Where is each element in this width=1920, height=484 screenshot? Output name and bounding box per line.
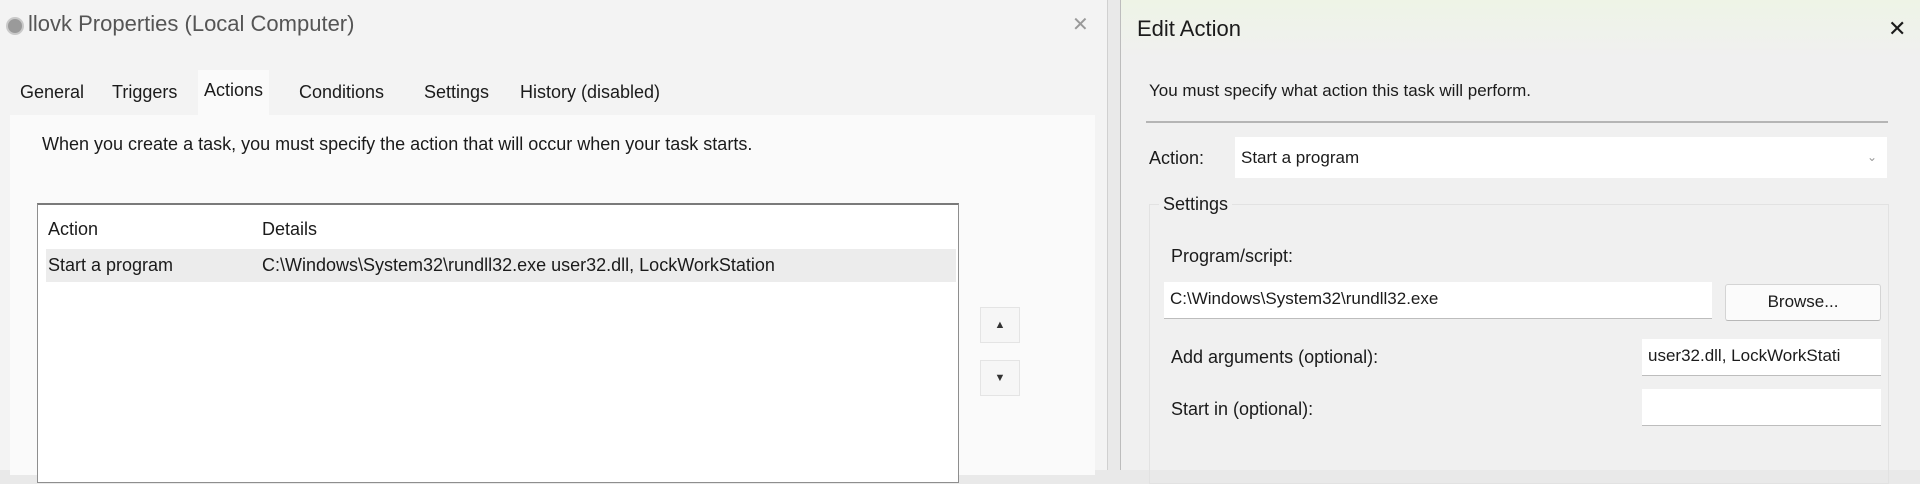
dialog-title: Edit Action — [1137, 16, 1241, 41]
start-in-input[interactable] — [1642, 389, 1881, 426]
row-details: C:\Windows\System32\rundll32.exe user32.… — [262, 255, 775, 275]
column-header-action[interactable]: Action — [48, 219, 98, 240]
tab-settings[interactable]: Settings — [418, 80, 495, 114]
action-select[interactable]: Start a program ⌄ — [1235, 137, 1887, 178]
move-up-button[interactable]: ▲ — [980, 307, 1020, 343]
close-icon[interactable]: ✕ — [1072, 12, 1089, 37]
program-input[interactable]: C:\Windows\System32\rundll32.exe — [1164, 282, 1712, 319]
tab-actions[interactable]: Actions — [198, 70, 270, 116]
move-down-button[interactable]: ▼ — [980, 360, 1020, 396]
action-label: Action: — [1149, 148, 1205, 168]
start-in-label: Start in (optional): — [1171, 399, 1314, 419]
arguments-label: Add arguments (optional): — [1171, 347, 1379, 367]
clock-icon — [6, 17, 24, 35]
table-row[interactable]: Start a program C:\Windows\System32\rund… — [46, 249, 956, 282]
edit-action-dialog: Edit Action ✕ You must specify what acti… — [1120, 0, 1920, 484]
divider — [1146, 121, 1888, 123]
tab-general[interactable]: General — [14, 80, 90, 114]
row-action: Start a program — [48, 255, 174, 275]
program-label: Program/script: — [1171, 246, 1294, 266]
tab-history[interactable]: History (disabled) — [514, 80, 666, 114]
intro-text: When you create a task, you must specify… — [42, 134, 753, 154]
chevron-down-icon: ⌄ — [1866, 150, 1877, 164]
arguments-input[interactable]: user32.dll, LockWorkStati — [1642, 339, 1881, 376]
close-icon[interactable]: ✕ — [1888, 16, 1906, 42]
dialog-title: llovk Properties (Local Computer) — [28, 11, 355, 36]
settings-label: Settings — [1159, 194, 1233, 215]
actions-list[interactable]: Action Details Start a program C:\Window… — [37, 203, 959, 483]
action-select-value: Start a program — [1241, 148, 1360, 167]
description-text: You must specify what action this task w… — [1149, 81, 1532, 100]
column-header-details[interactable]: Details — [262, 219, 317, 240]
browse-button[interactable]: Browse... — [1725, 284, 1881, 321]
tab-triggers[interactable]: Triggers — [106, 80, 183, 114]
properties-dialog: llovk Properties (Local Computer) ✕ Gene… — [0, 0, 1108, 483]
tab-conditions[interactable]: Conditions — [293, 80, 390, 114]
